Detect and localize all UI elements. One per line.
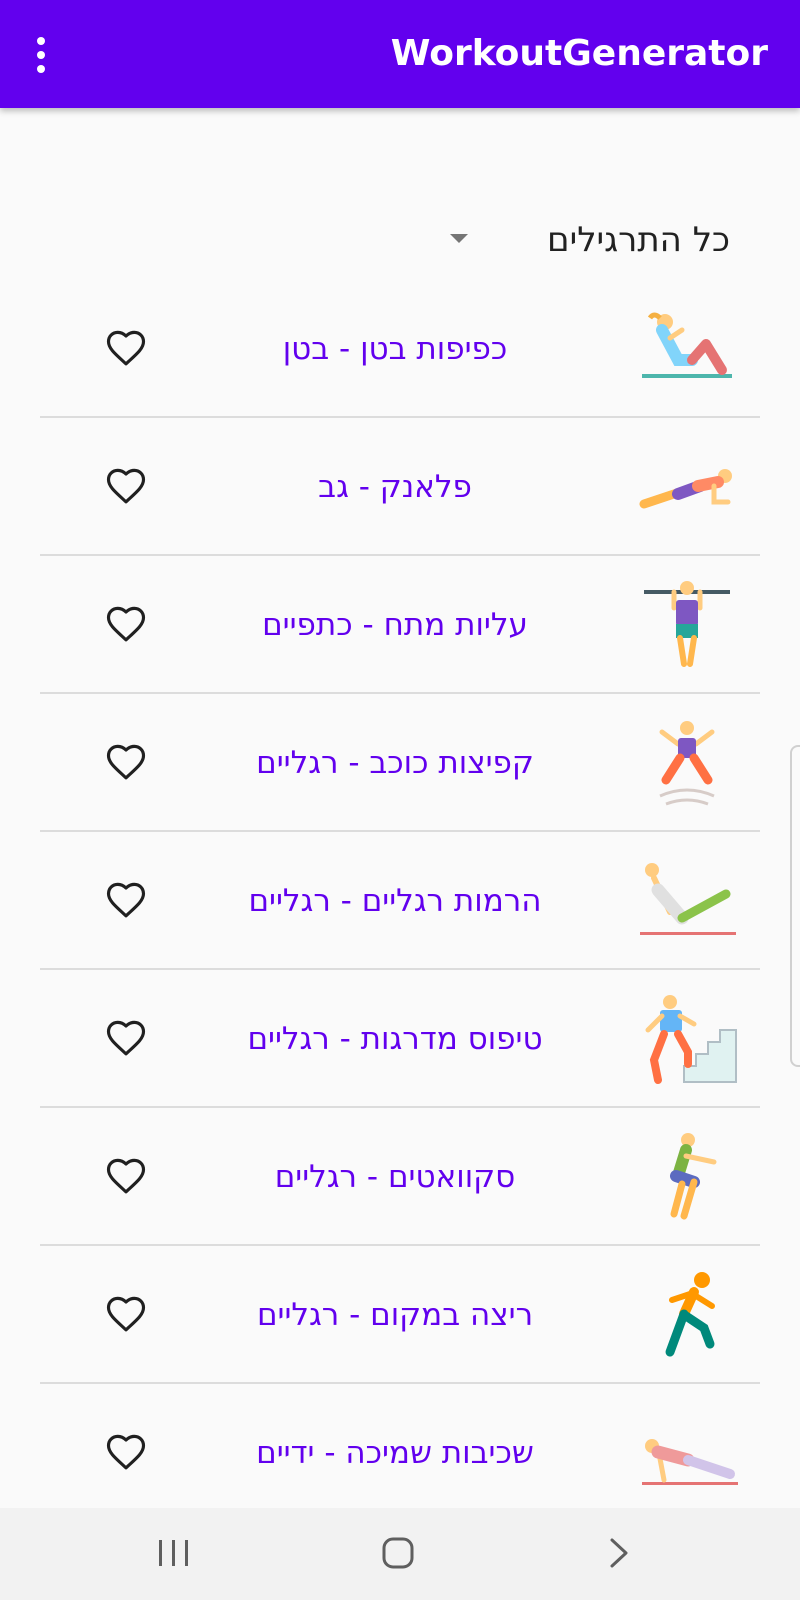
heart-outline-icon[interactable] [104,1294,148,1336]
heart-outline-icon[interactable] [104,880,148,922]
dropdown-arrow-icon [450,234,468,243]
exercise-list: כפיפות בטן - בטן פלאנק - גב עליות מתח - … [0,280,800,1522]
list-item[interactable]: שכיבות שמיכה - ידיים [0,1384,800,1522]
stair-climbing-icon [645,995,737,1084]
squats-icon [670,1133,717,1220]
list-item[interactable]: כפיפות בטן - בטן [0,280,800,418]
exercise-name: ריצה במקום - רגליים [256,1297,534,1333]
heart-outline-icon[interactable] [104,1432,148,1474]
exercise-name: הרמות רגליים - רגליים [248,883,542,919]
exercise-filter-dropdown[interactable]: כל התרגילים [450,212,730,270]
leg-raises-icon [640,863,736,935]
system-nav-bar [0,1508,800,1600]
heart-outline-icon[interactable] [104,742,148,784]
recent-apps-icon[interactable] [146,1528,202,1580]
exercise-name: סקוואטים - רגליים [274,1159,516,1195]
filter-selected-label: כל התרגילים [547,220,730,260]
list-item[interactable]: טיפוס מדרגות - רגליים [0,970,800,1108]
back-icon[interactable] [592,1528,648,1580]
exercise-name: פלאנק - גב [318,469,472,505]
exercise-name: עליות מתח - כתפיים [262,607,528,643]
exercise-name: שכיבות שמיכה - ידיים [256,1435,534,1471]
heart-outline-icon[interactable] [104,466,148,508]
pushups-icon [642,1439,738,1485]
exercise-name: טיפוס מדרגות - רגליים [247,1021,543,1057]
jumping-jacks-icon [659,721,715,806]
list-item[interactable]: פלאנק - גב [0,418,800,556]
app-bar: WorkoutGenerator [0,0,800,108]
plank-icon [639,469,732,509]
running-icon [665,1272,715,1357]
more-vert-icon[interactable] [26,30,56,80]
pullups-icon [644,581,730,667]
list-item[interactable]: סקוואטים - רגליים [0,1108,800,1246]
heart-outline-icon[interactable] [104,604,148,646]
heart-outline-icon[interactable] [104,1156,148,1198]
home-icon[interactable] [370,1528,426,1580]
exercise-name: קפיצות כוכב - רגליים [256,745,534,781]
scrollbar[interactable] [790,745,800,1067]
heart-outline-icon[interactable] [104,328,148,370]
list-item[interactable]: קפיצות כוכב - רגליים [0,694,800,832]
list-item[interactable]: הרמות רגליים - רגליים [0,832,800,970]
heart-outline-icon[interactable] [104,1018,148,1060]
situps-icon [642,312,732,378]
list-item[interactable]: ריצה במקום - רגליים [0,1246,800,1384]
exercise-name: כפיפות בטן - בטן [282,331,508,367]
list-item[interactable]: עליות מתח - כתפיים [0,556,800,694]
app-title: WorkoutGenerator [390,33,768,74]
